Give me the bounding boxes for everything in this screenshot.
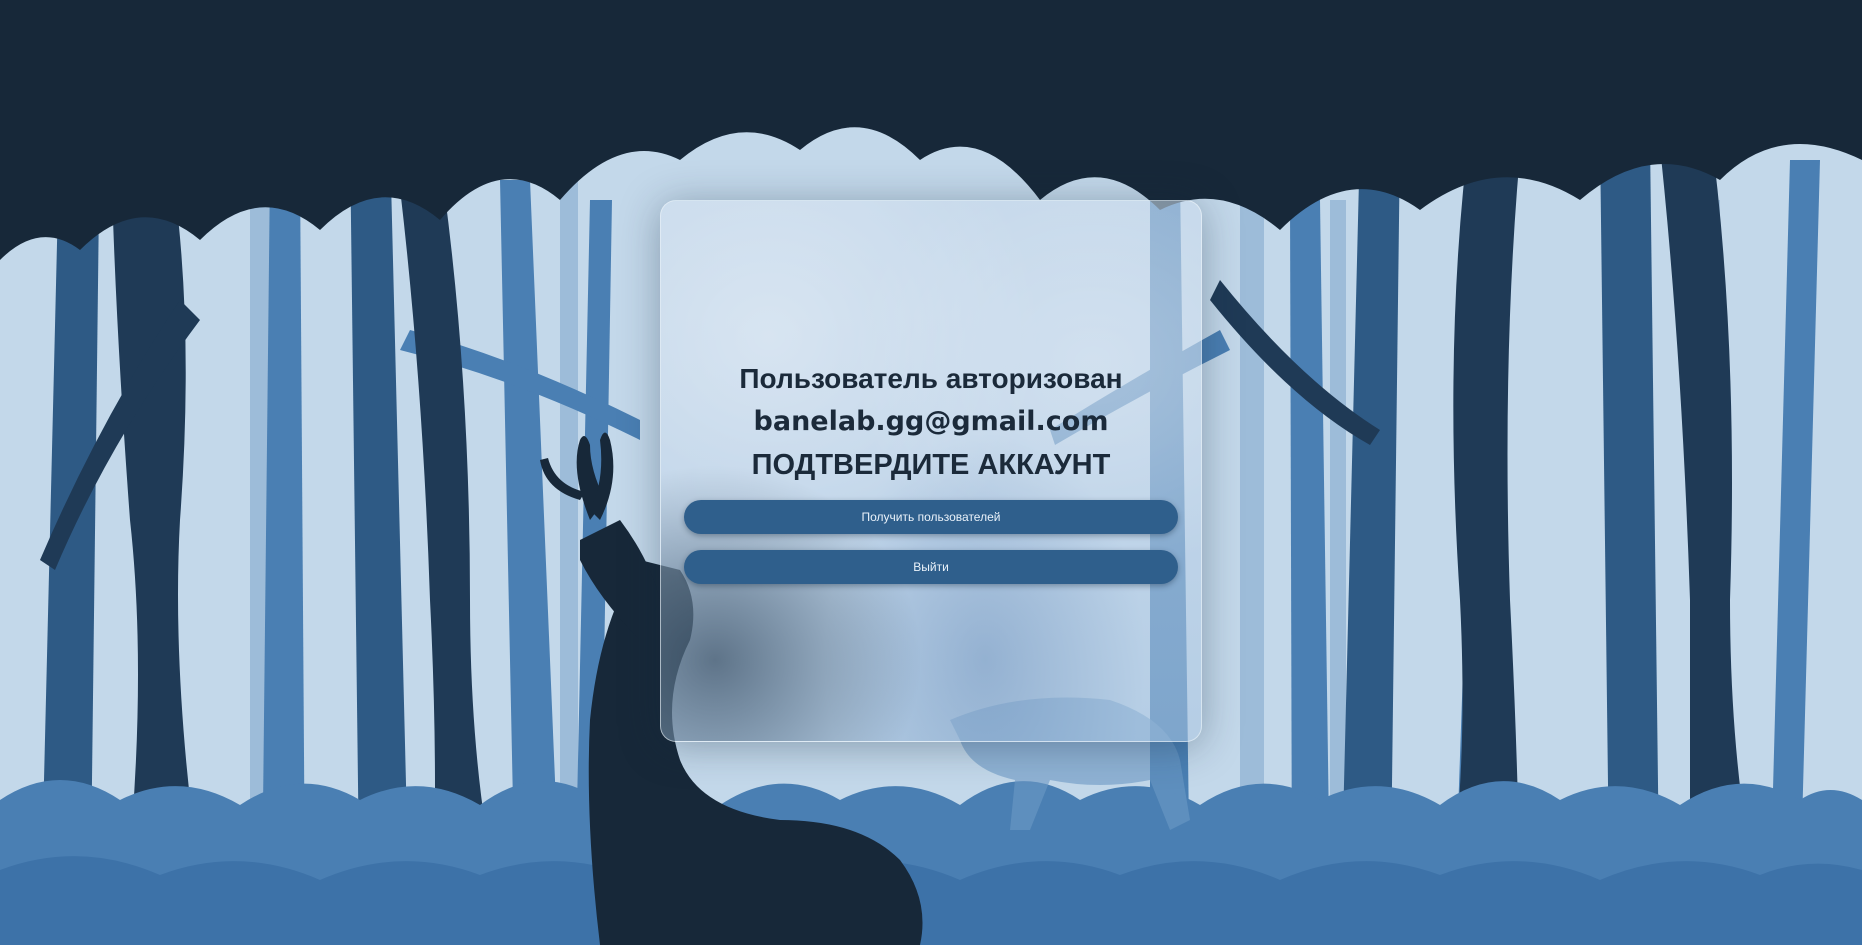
auth-card: Пользователь авторизован banelab.gg@gmai… <box>660 200 1202 742</box>
get-users-button[interactable]: Получить пользователей <box>684 500 1178 534</box>
user-email: banelab.gg@gmail.com <box>753 406 1109 437</box>
logout-button[interactable]: Выйти <box>684 550 1178 584</box>
card-content: Пользователь авторизован banelab.gg@gmai… <box>661 201 1201 741</box>
auth-status-title: Пользователь авторизован <box>739 363 1123 394</box>
confirm-account-notice: ПОДТВЕРДИТЕ АККАУНТ <box>751 449 1111 481</box>
